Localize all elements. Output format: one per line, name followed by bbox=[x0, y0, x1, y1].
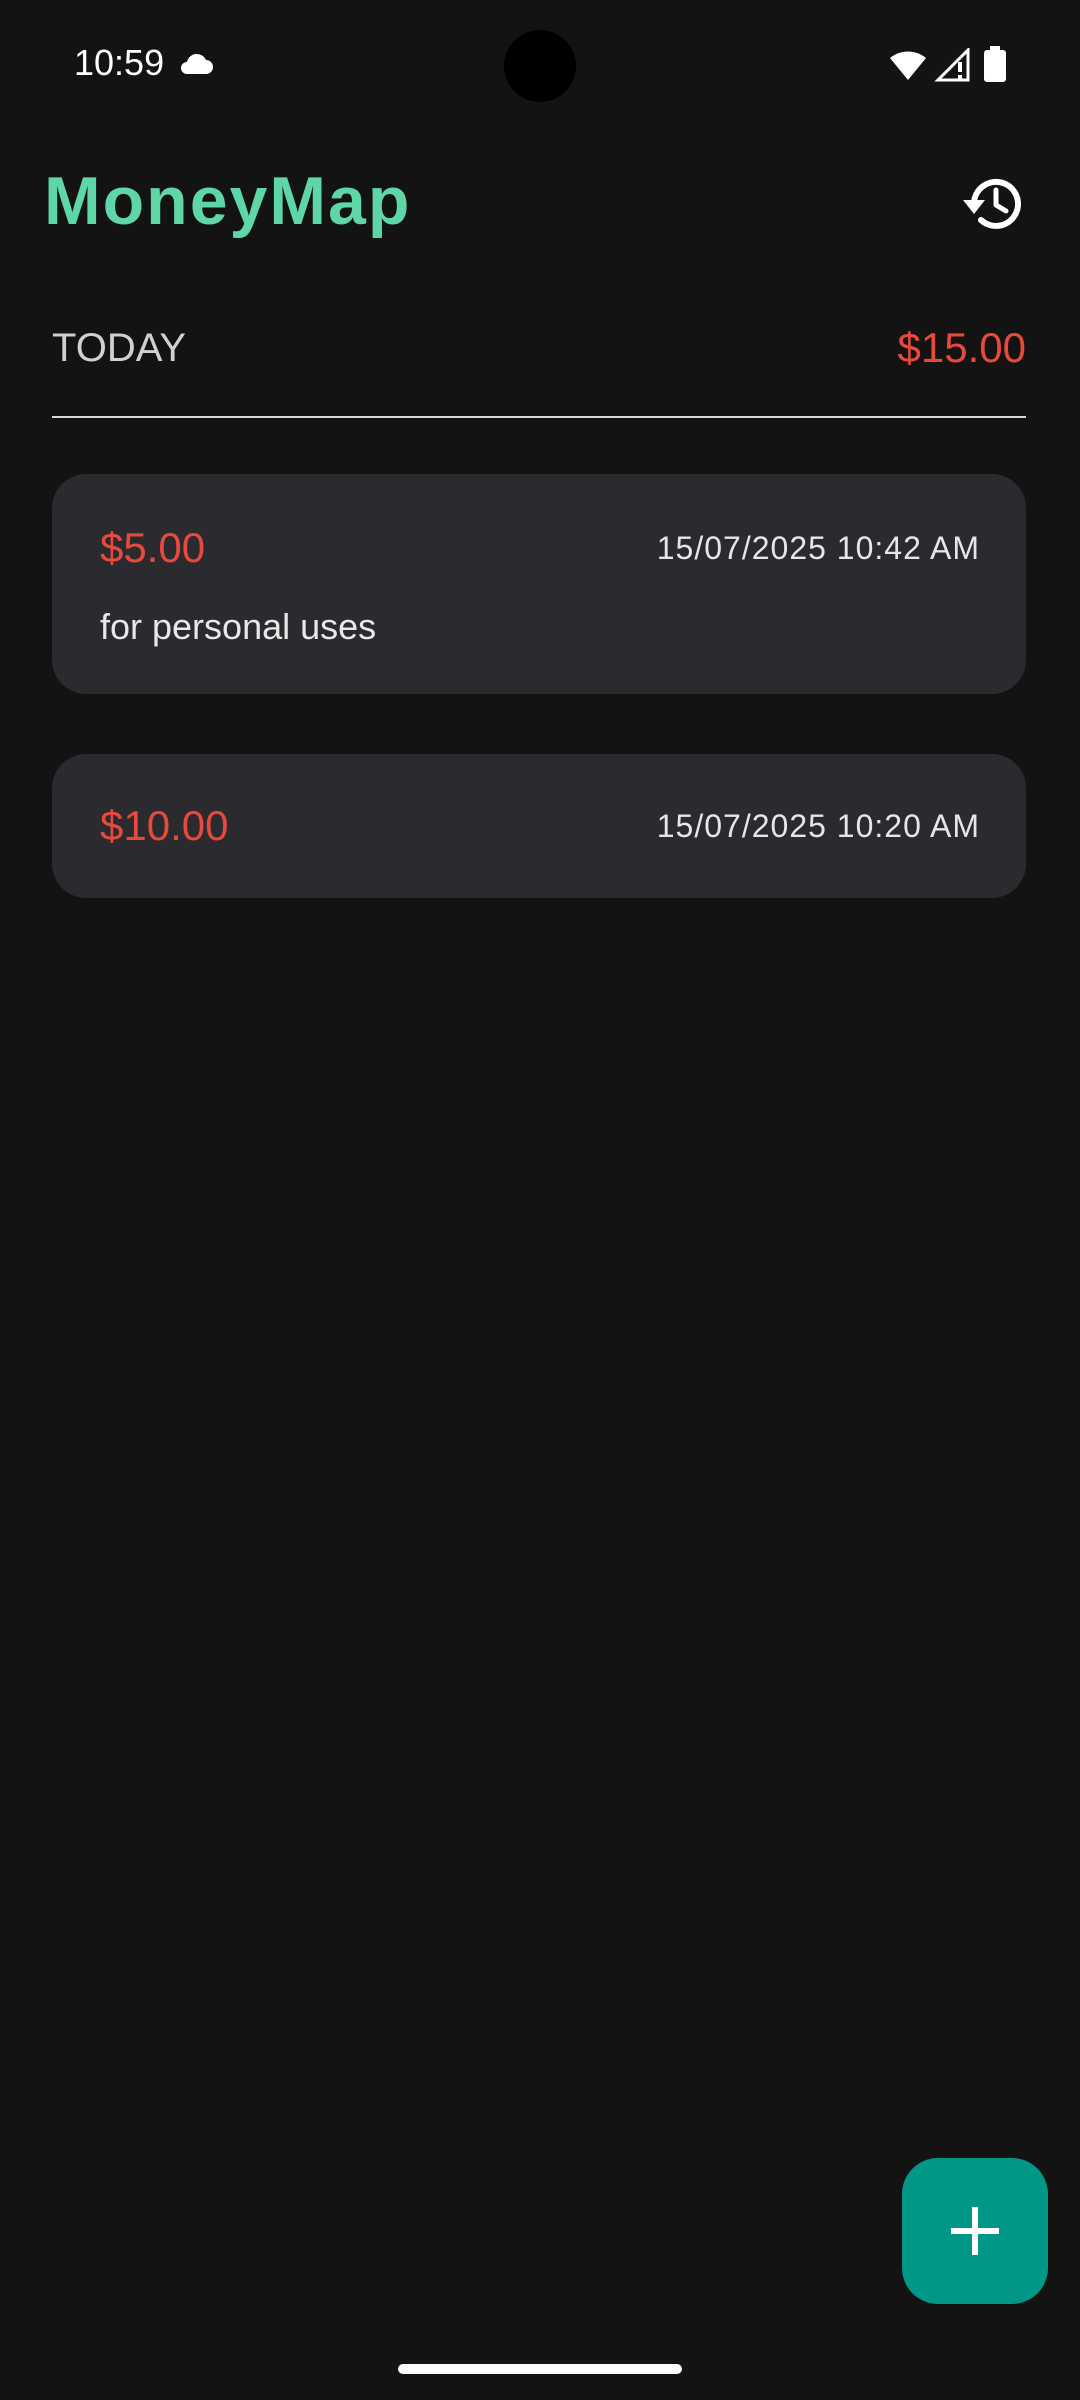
divider bbox=[52, 416, 1026, 418]
transaction-card[interactable]: $5.00 15/07/2025 10:42 AM for personal u… bbox=[52, 474, 1026, 694]
signal-icon bbox=[934, 48, 970, 82]
wifi-icon bbox=[890, 51, 926, 80]
history-button[interactable] bbox=[950, 168, 1030, 240]
transaction-amount: $5.00 bbox=[100, 524, 206, 571]
transaction-card[interactable]: $10.00 15/07/2025 10:20 AM bbox=[52, 754, 1026, 898]
status-bar: 10:59 bbox=[0, 0, 1080, 130]
plus-icon bbox=[951, 2207, 999, 2255]
transaction-datetime: 15/07/2025 10:42 AM bbox=[656, 530, 980, 566]
screen: 10:59 MoneyMap TODAY $15.00 $5.00 15/07/… bbox=[0, 0, 1080, 2400]
history-icon bbox=[963, 178, 1021, 229]
transaction-amount: $10.00 bbox=[100, 802, 229, 849]
today-total: $15.00 bbox=[897, 324, 1026, 371]
transaction-note: for personal uses bbox=[100, 606, 377, 647]
battery-icon bbox=[984, 46, 1006, 82]
app-title: MoneyMap bbox=[44, 163, 412, 239]
status-time: 10:59 bbox=[74, 42, 165, 83]
home-indicator[interactable] bbox=[398, 2364, 682, 2374]
today-label: TODAY bbox=[52, 326, 187, 370]
camera-cutout bbox=[504, 30, 576, 102]
transaction-datetime: 15/07/2025 10:20 AM bbox=[656, 808, 980, 844]
add-transaction-button[interactable] bbox=[902, 2158, 1048, 2304]
cloud-icon bbox=[181, 53, 213, 74]
